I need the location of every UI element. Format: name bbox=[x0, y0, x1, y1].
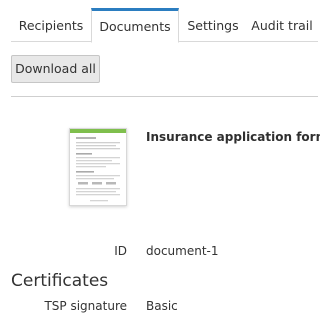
document-thumbnail-icon[interactable] bbox=[69, 128, 127, 206]
tab-documents[interactable]: Documents bbox=[91, 8, 179, 43]
tab-settings[interactable]: Settings bbox=[179, 8, 247, 42]
download-all-button[interactable]: Download all bbox=[11, 55, 100, 83]
document-title: Insurance application form bbox=[146, 130, 320, 144]
tsp-signature-value: Basic bbox=[146, 299, 178, 313]
tab-bar: Recipients Documents Settings Audit trai… bbox=[11, 8, 318, 43]
document-id-label: ID bbox=[114, 244, 127, 258]
document-id-value: document-1 bbox=[146, 244, 219, 258]
tab-audit-trail[interactable]: Audit trail bbox=[247, 8, 317, 42]
certificates-heading: Certificates bbox=[11, 271, 109, 291]
tab-recipients[interactable]: Recipients bbox=[11, 8, 91, 42]
divider bbox=[11, 96, 318, 97]
tsp-signature-label: TSP signature bbox=[44, 299, 127, 313]
